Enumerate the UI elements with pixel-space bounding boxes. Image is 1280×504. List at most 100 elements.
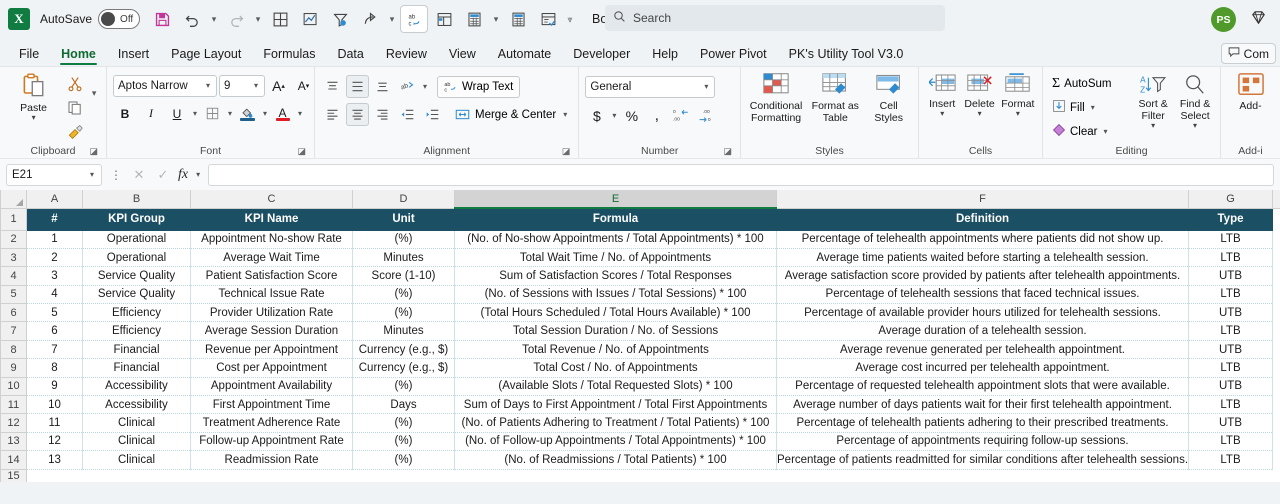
clipboard-more-icon[interactable]: ▾ xyxy=(88,70,100,99)
decrease-decimal-button[interactable]: 0.00 xyxy=(670,104,693,127)
format-painter-button[interactable] xyxy=(63,120,86,143)
empty-cell[interactable] xyxy=(1272,208,1280,230)
alignment-dialog-launcher[interactable]: ◪ xyxy=(562,146,571,157)
increase-decimal-button[interactable]: .00 0 xyxy=(695,104,718,127)
orientation-chevron-icon[interactable]: ▾ xyxy=(421,82,429,91)
cell-kpi-group[interactable]: Service Quality xyxy=(82,285,191,305)
empty-cell[interactable] xyxy=(1272,395,1280,414)
cell-definition[interactable]: Percentage of appointments requiring fol… xyxy=(776,432,1189,452)
cell-formula[interactable]: (No. of Readmissions / Total Patients) *… xyxy=(454,450,777,470)
cell-unit[interactable]: (%) xyxy=(352,377,455,397)
cell-formula[interactable]: (No. of Follow-up Appointments / Total A… xyxy=(454,432,777,452)
tab-file[interactable]: File xyxy=(8,44,50,66)
cell-definition[interactable]: Average revenue generated per telehealth… xyxy=(776,340,1189,360)
row-header-13[interactable]: 13 xyxy=(0,431,27,452)
cell-kpi-name[interactable]: Appointment Availability xyxy=(190,377,353,397)
redo-button[interactable] xyxy=(222,5,250,33)
conditional-formatting-button[interactable]: Conditional Formatting xyxy=(747,70,805,124)
cell-kpi-group[interactable]: Financial xyxy=(82,358,191,378)
cell-number[interactable]: 5 xyxy=(26,303,83,323)
empty-cell[interactable] xyxy=(1272,230,1280,249)
share-dropdown-icon[interactable]: ▾ xyxy=(386,5,398,33)
increase-font-size-button[interactable]: A ▴ xyxy=(267,74,290,97)
empty-cell[interactable] xyxy=(1272,248,1280,267)
sort-filter-chevron-icon[interactable]: ▾ xyxy=(1151,121,1155,130)
cell-type[interactable]: LTB xyxy=(1188,285,1273,305)
cell-formula[interactable]: (No. of Patients Adhering to Treatment /… xyxy=(454,413,777,433)
cell-number[interactable]: 7 xyxy=(26,340,83,360)
merge-center-chevron-icon[interactable]: ▾ xyxy=(561,110,569,119)
cell-kpi-name[interactable]: Follow-up Appointment Rate xyxy=(190,432,353,452)
font-color-chevron-icon[interactable]: ▾ xyxy=(296,109,304,118)
row-header-15[interactable]: 15 xyxy=(0,468,27,482)
cell-type[interactable]: UTB xyxy=(1188,413,1273,433)
cell-unit[interactable]: Score (1-10) xyxy=(352,266,455,286)
cell-formula[interactable]: (Available Slots / Total Requested Slots… xyxy=(454,377,777,397)
cell-unit[interactable]: Currency (e.g., $) xyxy=(352,358,455,378)
cell-definition[interactable]: Average satisfaction score provided by p… xyxy=(776,266,1189,286)
cell-number[interactable]: 4 xyxy=(26,285,83,305)
insert-cells-chevron-icon[interactable]: ▾ xyxy=(940,109,944,118)
empty-cell[interactable] xyxy=(1272,321,1280,341)
cell-definition[interactable]: Average number of days patients wait for… xyxy=(776,395,1189,415)
font-color-button[interactable]: A xyxy=(271,102,294,125)
header-cell-unit[interactable]: Unit xyxy=(352,208,455,231)
cell-kpi-name[interactable]: Provider Utilization Rate xyxy=(190,303,353,323)
cell-kpi-group[interactable]: Accessibility xyxy=(82,395,191,415)
cut-button[interactable] xyxy=(63,72,86,95)
currency-format-button[interactable]: $ xyxy=(585,104,608,127)
header-cell-kpi-name[interactable]: KPI Name xyxy=(190,208,353,231)
cell-type[interactable]: UTB xyxy=(1188,303,1273,323)
column-header-g[interactable]: G xyxy=(1188,190,1273,209)
cell-formula[interactable]: (No. of Sessions with Issues / Total Ses… xyxy=(454,285,777,305)
calculate-dropdown-icon[interactable]: ▾ xyxy=(490,5,502,33)
cell-kpi-name[interactable]: Patient Satisfaction Score xyxy=(190,266,353,286)
save-button[interactable] xyxy=(148,5,176,33)
tab-page-layout[interactable]: Page Layout xyxy=(160,44,252,66)
cell-kpi-name[interactable]: Revenue per Appointment xyxy=(190,340,353,360)
cell-kpi-name[interactable]: Average Session Duration xyxy=(190,321,353,341)
empty-cell[interactable] xyxy=(1272,377,1280,396)
empty-cell[interactable] xyxy=(1272,340,1280,359)
cell-type[interactable]: LTB xyxy=(1188,395,1273,415)
cell-definition[interactable]: Percentage of available provider hours u… xyxy=(776,303,1189,323)
cell-definition[interactable]: Percentage of telehealth patients adheri… xyxy=(776,413,1189,433)
copy-button[interactable] xyxy=(63,96,86,119)
cell-kpi-name[interactable]: Appointment No-show Rate xyxy=(190,230,353,249)
cell-unit[interactable]: Currency (e.g., $) xyxy=(352,340,455,360)
spelling-button[interactable]: ab c xyxy=(400,5,429,33)
cell-kpi-group[interactable]: Clinical xyxy=(82,413,191,433)
cell-number[interactable]: 11 xyxy=(26,413,83,433)
autosave-toggle[interactable]: Off xyxy=(98,9,141,29)
row-header-1[interactable]: 1 xyxy=(0,207,27,231)
pivot-table-button[interactable] xyxy=(430,5,458,33)
column-header-f[interactable]: F xyxy=(776,190,1189,209)
cell-unit[interactable]: Minutes xyxy=(352,321,455,341)
tab-data[interactable]: Data xyxy=(326,44,374,66)
row-header-11[interactable]: 11 xyxy=(0,395,27,415)
align-center-button[interactable] xyxy=(346,103,369,126)
cell-type[interactable]: LTB xyxy=(1188,432,1273,452)
font-name-chevron-icon[interactable]: ▾ xyxy=(204,81,212,90)
cell-number[interactable]: 9 xyxy=(26,377,83,397)
row-header-12[interactable]: 12 xyxy=(0,413,27,433)
cell-type[interactable]: UTB xyxy=(1188,340,1273,360)
cell-kpi-group[interactable]: Operational xyxy=(82,248,191,268)
cell-kpi-group[interactable]: Clinical xyxy=(82,450,191,470)
row-header-9[interactable]: 9 xyxy=(0,358,27,378)
formula-input[interactable] xyxy=(208,163,1274,186)
cell-kpi-group[interactable]: Operational xyxy=(82,230,191,249)
cell-unit[interactable]: (%) xyxy=(352,413,455,433)
cell-formula[interactable]: Total Wait Time / No. of Appointments xyxy=(454,248,777,268)
cell-definition[interactable]: Average duration of a telehealth session… xyxy=(776,321,1189,341)
cell-definition[interactable]: Percentage of patients readmitted for si… xyxy=(776,450,1189,470)
fill-color-chevron-icon[interactable]: ▾ xyxy=(261,109,269,118)
cell-unit[interactable]: (%) xyxy=(352,285,455,305)
empty-cell[interactable] xyxy=(1272,413,1280,433)
cell-formula[interactable]: Total Revenue / No. of Appointments xyxy=(454,340,777,360)
column-header-c[interactable]: C xyxy=(190,190,353,209)
fill-button[interactable]: Fill ▾ xyxy=(1049,96,1130,119)
insert-function-icon[interactable]: fx xyxy=(178,167,188,183)
delete-cells-chevron-icon[interactable]: ▾ xyxy=(978,109,982,118)
clear-chevron-icon[interactable]: ▾ xyxy=(1101,127,1109,136)
